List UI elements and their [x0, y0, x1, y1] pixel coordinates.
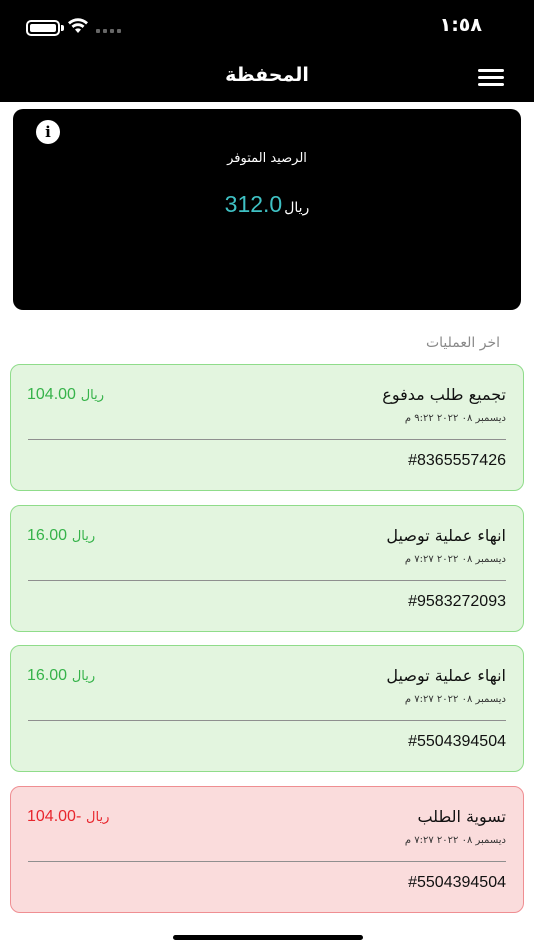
transaction-date: ديسمبر ٠٨ ٢٠٢٢ ٧:٢٧ م: [404, 835, 506, 846]
transaction-title: انهاء عملية توصيل: [386, 666, 506, 685]
transaction-card[interactable]: تسوية الطلب ديسمبر ٠٨ ٢٠٢٢ ٧:٢٧ م 104.00…: [10, 786, 524, 913]
hamburger-menu-icon: [478, 69, 504, 72]
balance-amount: 312.0: [224, 191, 283, 217]
transaction-id: #5504394504: [408, 733, 506, 750]
transaction-title: انهاء عملية توصيل: [386, 526, 506, 545]
home-indicator: [173, 935, 363, 940]
balance-label: الرصيد المتوفر: [227, 151, 307, 166]
balance-value: ريال312.0: [13, 191, 521, 218]
transaction-card[interactable]: انهاء عملية توصيل ديسمبر ٠٨ ٢٠٢٢ ٧:٢٧ م …: [10, 645, 524, 772]
transaction-amount: 16.00 ريال: [27, 526, 98, 545]
transaction-amount-value: 16.00: [27, 667, 68, 684]
wifi-icon: [68, 18, 88, 33]
transaction-card[interactable]: انهاء عملية توصيل ديسمبر ٠٨ ٢٠٢٢ ٧:٢٧ م …: [10, 505, 524, 632]
transaction-currency: ريال: [71, 529, 96, 544]
transaction-currency: ريال: [71, 669, 96, 684]
transaction-id: #8365557426: [408, 452, 506, 469]
transaction-title: تجميع طلب مدفوع: [382, 385, 506, 404]
transactions-section-title: اخر العمليات: [425, 335, 500, 351]
transaction-amount-value: 104.00-: [27, 808, 82, 825]
status-bar: ١:٥٨: [0, 0, 534, 52]
transaction-id: #9583272093: [408, 593, 506, 610]
transaction-divider: [28, 861, 506, 862]
menu-button[interactable]: [478, 66, 504, 88]
battery-tip: [61, 25, 64, 31]
balance-currency: ريال: [284, 200, 310, 216]
transaction-divider: [28, 720, 506, 721]
navigation-bar: المحفظة: [0, 52, 534, 102]
transaction-card[interactable]: تجميع طلب مدفوع ديسمبر ٠٨ ٢٠٢٢ ٩:٢٢ م 10…: [10, 364, 524, 491]
transaction-date: ديسمبر ٠٨ ٢٠٢٢ ٧:٢٧ م: [404, 554, 506, 565]
transaction-title: تسوية الطلب: [417, 807, 506, 826]
transaction-currency: ريال: [80, 388, 105, 403]
transaction-amount-value: 104.00: [27, 386, 76, 403]
transaction-currency: ريال: [86, 810, 110, 825]
battery-icon: [26, 20, 60, 36]
transaction-amount: 104.00- ريال: [27, 807, 112, 826]
status-time: ١:٥٨: [439, 14, 482, 36]
cellular-signal-icon: [96, 29, 121, 33]
transaction-divider: [28, 439, 506, 440]
info-icon[interactable]: i: [36, 120, 60, 144]
transaction-id: #5504394504: [408, 874, 506, 891]
transaction-date: ديسمبر ٠٨ ٢٠٢٢ ٧:٢٧ م: [404, 694, 506, 705]
transaction-date: ديسمبر ٠٨ ٢٠٢٢ ٩:٢٢ م: [404, 413, 506, 424]
transaction-amount: 104.00 ريال: [27, 385, 107, 404]
balance-card: i الرصيد المتوفر ريال312.0: [13, 109, 521, 310]
transaction-divider: [28, 580, 506, 581]
transaction-amount: 16.00 ريال: [27, 666, 98, 685]
page-title: المحفظة: [225, 64, 309, 86]
transaction-amount-value: 16.00: [27, 527, 68, 544]
